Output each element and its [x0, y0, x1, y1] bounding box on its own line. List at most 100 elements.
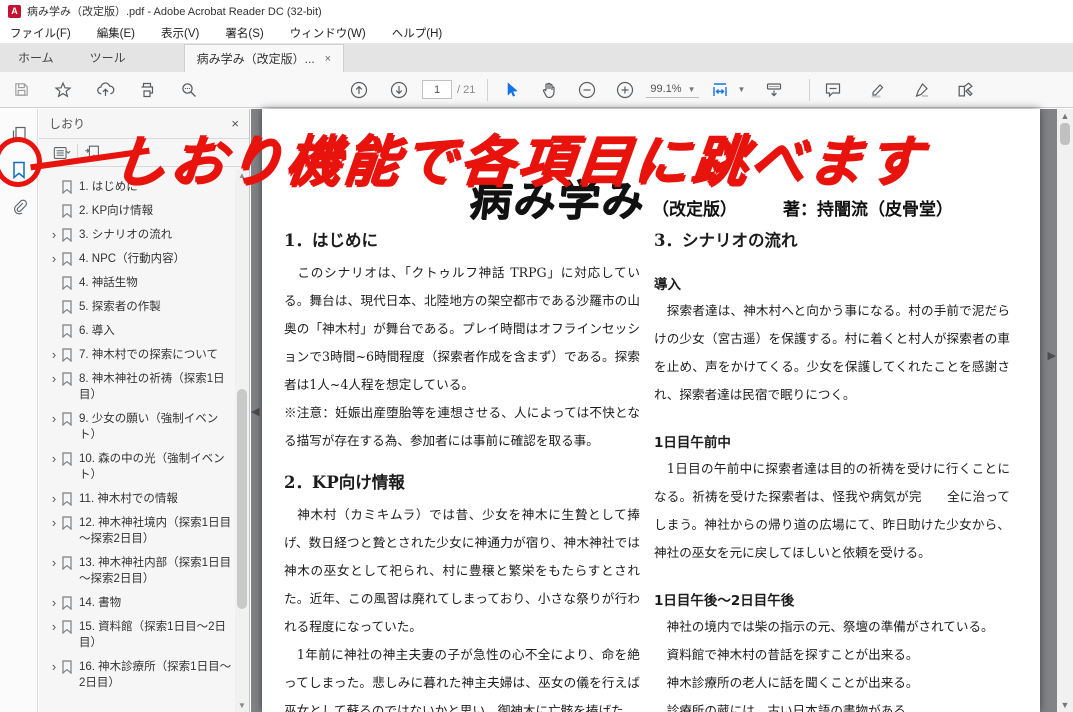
- star-icon[interactable]: [48, 76, 78, 104]
- page-display-icon[interactable]: [759, 76, 789, 104]
- fit-width-icon[interactable]: [705, 76, 735, 104]
- bookmark-item[interactable]: 4. 神話生物: [45, 271, 235, 295]
- zoom-level-value: 99.1%: [650, 83, 682, 95]
- expand-chevron-icon[interactable]: ›: [47, 371, 61, 386]
- menu-edit[interactable]: 編集(E): [97, 25, 135, 41]
- bookmark-icon: [61, 555, 79, 570]
- menu-sign[interactable]: 署名(S): [225, 25, 263, 41]
- attachments-icon[interactable]: [0, 191, 38, 221]
- expand-chevron-icon[interactable]: ›: [47, 251, 61, 266]
- sign-icon[interactable]: [906, 76, 936, 104]
- document-heading: 1．はじめに: [284, 231, 378, 250]
- bookmark-item[interactable]: › 14. 書物: [45, 591, 235, 615]
- bookmark-icon: [61, 251, 79, 266]
- bookmark-icon: [61, 371, 79, 386]
- menu-file[interactable]: ファイル(F): [10, 25, 71, 41]
- window-titlebar: A 病み学み（改定版）.pdf - Adobe Acrobat Reader D…: [0, 0, 1073, 22]
- bookmark-icon: [61, 299, 79, 314]
- bookmark-icon: [61, 595, 79, 610]
- comment-icon[interactable]: [818, 76, 848, 104]
- bookmark-item[interactable]: › 12. 神木神社境内（探索1日目～探索2日目）: [45, 511, 235, 551]
- bookmark-item[interactable]: 5. 探索者の作製: [45, 295, 235, 319]
- pdf-page: 病み学み （改定版） 著：持闇流（皮骨堂） 1．はじめに このシナリオは、「クト…: [262, 109, 1040, 712]
- bookmark-item[interactable]: › 8. 神木神社の祈祷（探索1日目）: [45, 367, 235, 407]
- previous-page-icon[interactable]: [344, 76, 374, 104]
- bookmark-item[interactable]: › 10. 森の中の光（強制イベント）: [45, 447, 235, 487]
- expand-chevron-icon[interactable]: ›: [47, 555, 61, 570]
- bookmark-label: 6. 導入: [79, 325, 115, 337]
- document-area: ◀ 病み学み （改定版） 著：持闇流（皮骨堂） 1．はじめに このシナリオは、「…: [251, 109, 1073, 712]
- bookmark-item[interactable]: › 15. 資料館（探索1日目～2日目）: [45, 615, 235, 655]
- toolbar-divider: [487, 78, 489, 101]
- document-heading: 1日目午後～2日目午後: [654, 593, 795, 609]
- select-tool-icon[interactable]: [496, 76, 526, 104]
- bookmark-item[interactable]: › 3. シナリオの流れ: [45, 223, 235, 247]
- bookmark-icon: [61, 275, 79, 290]
- cloud-upload-icon[interactable]: [90, 76, 120, 104]
- bookmarks-panel: しおり × 1. はじめに 2. KP向け情報 › 3. シナリオの流れ › 4. NPC…: [39, 109, 250, 712]
- tab-document[interactable]: 病み学み（改定版）... ×: [183, 44, 345, 72]
- expand-chevron-icon[interactable]: ›: [47, 491, 61, 506]
- page-number-input[interactable]: [422, 80, 452, 99]
- collapse-panel-icon[interactable]: ◀: [251, 405, 259, 418]
- bookmark-label: 3. シナリオの流れ: [79, 229, 173, 241]
- bookmark-item[interactable]: 6. 導入: [45, 319, 235, 343]
- bookmark-item[interactable]: › 11. 神木村での情報: [45, 487, 235, 511]
- fill-sign-icon[interactable]: [950, 76, 980, 104]
- hand-tool-icon[interactable]: [534, 76, 564, 104]
- document-column-left: 1．はじめに このシナリオは、「クトゥルフ神話 TRPG」に対応している。舞台は…: [284, 227, 640, 712]
- scroll-up-icon[interactable]: ▲: [1057, 111, 1073, 121]
- document-heading: 2．KP向け情報: [284, 473, 405, 492]
- bookmark-list: 1. はじめに 2. KP向け情報 › 3. シナリオの流れ › 4. NPC（行動内容）…: [39, 169, 235, 712]
- expand-chevron-icon[interactable]: ›: [47, 227, 61, 242]
- expand-chevron-icon[interactable]: ›: [47, 619, 61, 634]
- bookmark-item[interactable]: › 13. 神木神社内部（探索1日目～探索2日目）: [45, 551, 235, 591]
- expand-chevron-icon[interactable]: ›: [47, 451, 61, 466]
- menu-help[interactable]: ヘルプ(H): [392, 25, 442, 41]
- fit-width-caret-icon[interactable]: ▼: [737, 85, 745, 94]
- document-scrollbar[interactable]: ▲ ▼: [1057, 109, 1073, 712]
- bookmark-item[interactable]: › 9. 少女の願い（強制イベント）: [45, 407, 235, 447]
- next-page-icon[interactable]: [384, 76, 414, 104]
- bookmark-item[interactable]: › 16. 神木診療所（探索1日目～2日目）: [45, 655, 235, 695]
- document-paragraph: 神社の境内では柴の指示の元、祭壇の準備がされている。: [654, 619, 994, 634]
- bookmark-item[interactable]: › 7. 神木村での探索について: [45, 343, 235, 367]
- bookmark-item[interactable]: › 4. NPC（行動内容）: [45, 247, 235, 271]
- tab-tools[interactable]: ツール: [72, 43, 144, 72]
- window-title: 病み学み（改定版）.pdf - Adobe Acrobat Reader DC …: [27, 6, 322, 18]
- bookmark-icon: [61, 491, 79, 506]
- document-scrollbar-thumb[interactable]: [1060, 123, 1070, 145]
- document-column-right: 3．シナリオの流れ 導入 探索者達は、神木村へと向かう事になる。村の手前で泥だらけ…: [654, 227, 1010, 712]
- expand-chevron-icon[interactable]: ›: [47, 515, 61, 530]
- panel-scrollbar[interactable]: ▲ ▼: [235, 169, 249, 712]
- bookmark-icon: [61, 411, 79, 426]
- print-icon[interactable]: [132, 76, 162, 104]
- bookmark-item[interactable]: 2. KP向け情報: [45, 199, 235, 223]
- document-paragraph: 神木村（カミキムラ）では昔、少女を神木に生贄として捧げ、数日経つと贄とされた少女…: [284, 507, 640, 634]
- document-author: 著：持闇流（皮骨堂）: [783, 200, 954, 220]
- tab-close-icon[interactable]: ×: [325, 53, 331, 65]
- bookmark-icon: [61, 227, 79, 242]
- expand-chevron-icon[interactable]: ›: [47, 411, 61, 426]
- bookmark-icon: [61, 515, 79, 530]
- zoom-out-icon[interactable]: [572, 76, 602, 104]
- zoom-level-control[interactable]: 99.1% ▼: [646, 81, 700, 98]
- toolbar-divider: [809, 78, 811, 101]
- menu-window[interactable]: ウィンドウ(W): [290, 25, 366, 41]
- expand-chevron-icon[interactable]: ›: [47, 347, 61, 362]
- bookmark-label: 9. 少女の願い（強制イベント）: [79, 413, 219, 441]
- highlight-icon[interactable]: [862, 76, 892, 104]
- panel-scrollbar-thumb[interactable]: [237, 389, 247, 609]
- zoom-in-icon[interactable]: [610, 76, 640, 104]
- scroll-down-icon[interactable]: ▼: [235, 701, 249, 710]
- search-icon[interactable]: [174, 76, 204, 104]
- expand-chevron-icon[interactable]: ›: [47, 595, 61, 610]
- expand-chevron-icon[interactable]: ›: [47, 659, 61, 674]
- expand-panel-icon[interactable]: ▶: [1048, 349, 1056, 362]
- save-icon[interactable]: [6, 76, 36, 104]
- scroll-down-icon[interactable]: ▼: [1057, 700, 1073, 710]
- tab-home[interactable]: ホーム: [0, 43, 72, 72]
- document-heading: 導入: [654, 277, 681, 293]
- navigation-rail: [0, 109, 38, 712]
- menu-view[interactable]: 表示(V): [161, 25, 199, 41]
